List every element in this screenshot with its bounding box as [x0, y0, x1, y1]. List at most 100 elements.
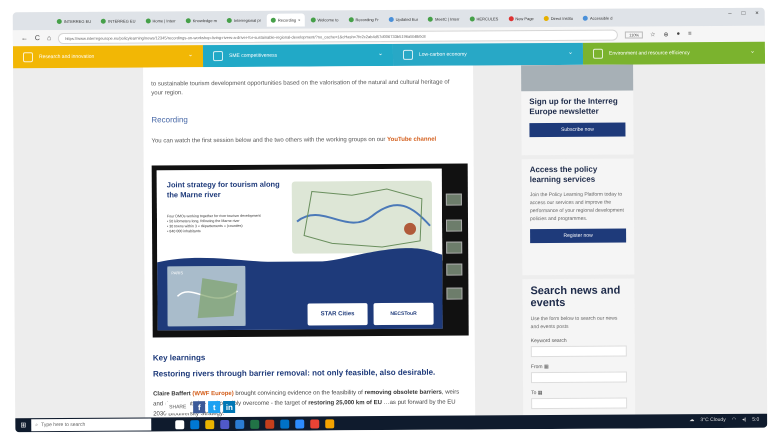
paris-minimap: PARIS	[167, 265, 246, 327]
browser-tab[interactable]: Updated Eur	[385, 12, 423, 25]
windows-taskbar: ⊞ ⌕ Type here to search ☁ 3°C Cloudy ◠ ◂…	[15, 413, 768, 433]
back-icon[interactable]: ←	[21, 35, 28, 42]
from-date-input[interactable]	[530, 371, 627, 384]
browser-tab[interactable]: Recording Fr	[344, 13, 382, 26]
policy-title: Access the policy learning services	[529, 164, 598, 185]
globe-icon	[402, 49, 414, 60]
newsletter-title: Sign up for the Interreg Europe newslett…	[529, 96, 618, 117]
restoring-rivers-heading: Restoring rivers through barrier removal…	[152, 367, 436, 379]
tab-label: Direct Institu	[550, 15, 574, 21]
necstour-logo: NECSTouR	[373, 302, 434, 326]
clock[interactable]: 5:0	[752, 417, 759, 423]
word-icon[interactable]	[235, 419, 245, 429]
task-view-icon[interactable]	[175, 419, 185, 429]
browser-tab[interactable]: Home | Interr	[141, 14, 179, 27]
url-field[interactable]: https://www.interregeurope.eu/policylear…	[58, 29, 619, 44]
minimize-icon[interactable]: –	[728, 11, 731, 17]
taskbar-search-placeholder: Type here to search	[41, 421, 86, 429]
edge-icon[interactable]	[190, 419, 200, 429]
extensions-icon[interactable]: ⊕	[663, 31, 668, 38]
category-sme[interactable]: SME competitiveness ⌄	[202, 43, 394, 68]
browser-toolbar-buttons: ☆ ⊕ ● ≡	[650, 31, 692, 38]
maximize-icon[interactable]: □	[742, 11, 746, 17]
share-bar: SHARE f t in	[165, 400, 236, 414]
calendar-icon[interactable]: ▦	[544, 364, 549, 370]
tab-favicon	[56, 18, 62, 24]
browser-tab[interactable]: INTERREG EU	[53, 14, 95, 27]
search-title: Search news and events	[530, 284, 621, 310]
browser-tab[interactable]: Direct Institu	[540, 11, 577, 24]
facebook-share-button[interactable]: f	[193, 401, 206, 414]
browser-tab-active[interactable]: Recording ×	[266, 13, 305, 27]
teams-icon[interactable]	[220, 419, 230, 429]
chevron-down-icon: ⌄	[749, 48, 755, 55]
slide-title: Joint strategy for tourism along the Mar…	[166, 179, 280, 200]
linkedin-share-button[interactable]: in	[223, 400, 236, 414]
weather-text[interactable]: 3°C Cloudy	[700, 417, 725, 423]
keyword-input[interactable]	[530, 345, 627, 358]
recording-text: You can watch the first session below an…	[151, 137, 386, 145]
profile-icon[interactable]: ●	[677, 31, 681, 38]
category-research[interactable]: Research and innovation ⌄	[12, 45, 204, 69]
file-explorer-icon[interactable]	[205, 419, 215, 429]
tab-favicon	[348, 16, 354, 22]
calendar-icon[interactable]: ▦	[538, 390, 543, 396]
tab-favicon	[543, 15, 549, 21]
map-graphic	[291, 180, 433, 254]
participant-thumbnail	[446, 287, 463, 300]
search-text: Use the form below to search our news an…	[530, 315, 618, 331]
zoom-level[interactable]: 110%	[625, 30, 644, 39]
windows-start-icon[interactable]: ⊞	[15, 418, 31, 432]
tab-label: Accessible d	[589, 15, 613, 21]
zoom-icon[interactable]	[295, 419, 305, 429]
taskbar-apps	[175, 418, 335, 429]
browser-tab[interactable]: Welcome to	[306, 13, 342, 26]
browser-tab[interactable]: MeetC | Interr	[424, 12, 463, 25]
category-environment[interactable]: Environment and resource efficiency ⌄	[582, 41, 766, 65]
browser-tab[interactable]: New Page	[504, 12, 538, 25]
tab-label: Interregional pr	[233, 17, 261, 23]
chrome-icon[interactable]	[310, 418, 320, 428]
tab-favicon	[310, 16, 316, 22]
browser-tab[interactable]: Accessible d	[579, 11, 617, 24]
favorites-icon[interactable]: ☆	[650, 31, 655, 38]
refresh-icon[interactable]: C	[35, 35, 40, 42]
close-window-icon[interactable]: ×	[755, 11, 759, 17]
subscribe-button[interactable]: Subscribe now	[529, 122, 626, 138]
home-icon[interactable]: ⌂	[47, 35, 51, 42]
video-slide: Joint strategy for tourism along the Mar…	[156, 168, 443, 331]
youtube-link[interactable]: YouTube channel	[387, 137, 436, 143]
excel-icon[interactable]	[250, 419, 260, 429]
browser-tab[interactable]: Interregional pr	[223, 13, 265, 26]
register-button[interactable]: Register now	[530, 228, 627, 244]
close-tab-icon[interactable]: ×	[298, 17, 300, 22]
notes-icon[interactable]	[325, 418, 335, 428]
paragraph-text: brought convincing evidence on the feasi…	[235, 390, 363, 397]
browser-tab[interactable]: Knowledge m	[182, 14, 221, 27]
tab-label: Home | Interr	[152, 17, 176, 23]
search-box: Search news and events Use the form belo…	[522, 278, 636, 416]
wwf-link[interactable]: (WWF Europe)	[192, 391, 233, 397]
to-date-input[interactable]	[531, 397, 628, 410]
browser-tab[interactable]: INTERREG EU	[97, 14, 139, 27]
weather-icon[interactable]: ☁	[689, 417, 694, 423]
outlook-icon[interactable]	[280, 419, 290, 429]
tab-label: Knowledge m	[192, 17, 218, 23]
category-low-carbon[interactable]: Low-carbon economy ⌄	[392, 42, 584, 66]
from-label: From	[530, 364, 543, 371]
recording-paragraph: You can watch the first session below an…	[151, 136, 461, 147]
browser-tab[interactable]: HERCULES	[465, 12, 502, 25]
video-player[interactable]: Joint strategy for tourism along the Mar…	[151, 163, 469, 338]
participant-thumbnail	[445, 193, 462, 206]
twitter-share-button[interactable]: t	[208, 401, 221, 414]
tab-label: Welcome to	[317, 16, 339, 22]
category-label: SME competitiveness	[228, 52, 278, 59]
powerpoint-icon[interactable]	[265, 419, 275, 429]
article-body: to sustainable tourism development oppor…	[143, 65, 476, 418]
volume-icon[interactable]: ◂)	[742, 417, 746, 423]
wifi-icon[interactable]: ◠	[732, 417, 736, 423]
menu-icon[interactable]: ≡	[688, 31, 692, 38]
tab-label: Recording	[277, 17, 297, 23]
tab-label: New Page	[515, 15, 534, 21]
taskbar-search[interactable]: ⌕ Type here to search	[31, 418, 152, 432]
